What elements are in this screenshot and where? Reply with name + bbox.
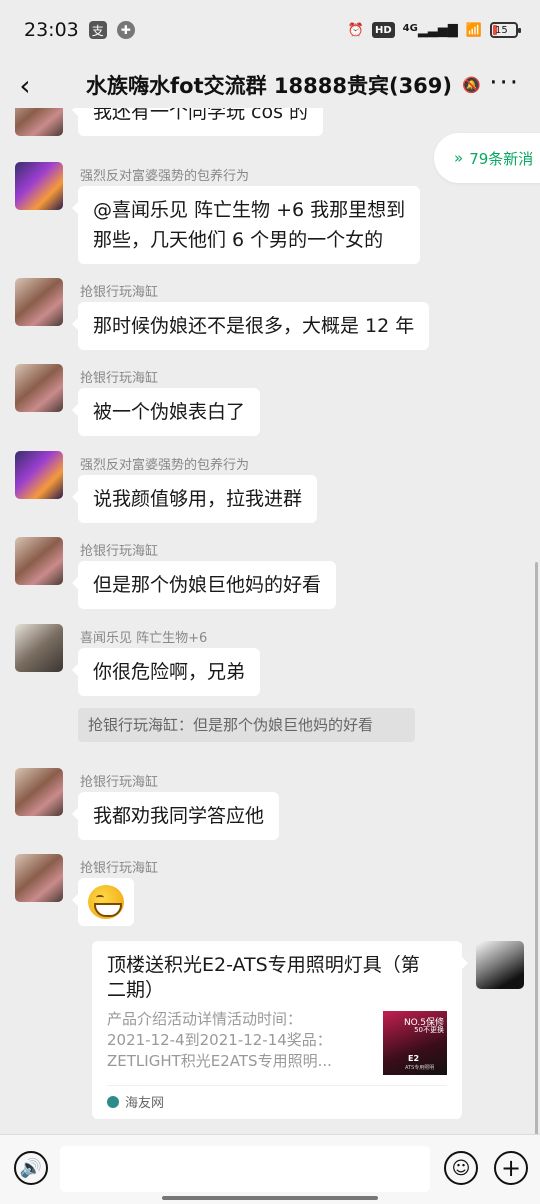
thumbnail-text: 50不更换 [414, 1026, 444, 1034]
avatar[interactable] [15, 364, 63, 412]
link-card-title: 顶楼送积光E2-ATS专用照明灯具（第二期） [107, 954, 420, 1001]
message-input[interactable] [60, 1146, 430, 1192]
message-bubble[interactable]: 被一个伪娘表白了 [71, 388, 261, 436]
avatar[interactable] [15, 451, 63, 499]
wifi-icon: 📶 [465, 22, 482, 38]
avatar[interactable] [15, 162, 63, 210]
battery-icon: 15 [490, 22, 521, 38]
new-messages-button[interactable]: » 79条新消 [434, 133, 540, 183]
source-logo-icon [107, 1095, 119, 1108]
sender-name: 喜闻乐见 阵亡生物+6 [80, 631, 208, 646]
status-time: 23:03 [24, 19, 79, 41]
message-bubble[interactable]: 你很危险啊，兄弟 [71, 648, 261, 696]
link-card-thumbnail: NO.5保修 50不更换 E2 ATS专用照明 [383, 1011, 447, 1075]
message-bubble[interactable]: 我都劝我同学答应他 [71, 792, 280, 840]
sender-name: 抢银行玩海缸 [80, 285, 159, 300]
notification-icon: ✚ [116, 21, 135, 39]
message-bubble[interactable]: 说我颜值够用，拉我进群 [71, 475, 318, 523]
avatar-self[interactable] [476, 941, 524, 989]
scrollbar[interactable] [535, 562, 538, 1137]
alarm-icon: ⏰ [347, 22, 364, 38]
voice-button[interactable]: 🔊 [14, 1151, 48, 1185]
avatar[interactable] [15, 854, 63, 902]
avatar[interactable] [15, 537, 63, 585]
source-name: 海友网 [125, 1096, 165, 1111]
sender-name: 强烈反对富婆强势的包养行为 [80, 169, 250, 184]
emoji-icon: ☺ [451, 1157, 471, 1179]
new-messages-label: 79条新消 [469, 149, 534, 168]
message-line: @喜闻乐见 阵亡生物 +6 我那里想到 [93, 199, 406, 221]
thumbnail-text: E2 [408, 1054, 420, 1063]
sender-name: 抢银行玩海缸 [80, 775, 159, 790]
link-card-description: 产品介绍活动详情活动时间： 2021-12-4到2021-12-14奖品： ZE… [107, 1009, 373, 1075]
chat-header: ‹ 水族嗨水fot交流群 18888贵宾(369) 🔕 ··· [0, 60, 540, 110]
message-bubble[interactable]: 但是那个伪娘巨他妈的好看 [71, 561, 337, 609]
link-card-desc-line: 产品介绍活动详情活动时间： [107, 1010, 303, 1028]
emoji-button[interactable]: ☺ [444, 1151, 478, 1185]
voice-icon: 🔊 [19, 1157, 43, 1179]
link-card-source: 海友网 [107, 1085, 447, 1111]
message-line: 那些，几天他们 6 个男的一个女的 [93, 229, 384, 251]
thumbnail-text: ATS专用照明 [405, 1065, 435, 1071]
link-card-desc-line: ZETLIGHT积光E2ATS专用照明... [107, 1052, 332, 1070]
message-bubble[interactable]: 我还有一个同学玩 cos 的 [71, 108, 324, 136]
chevron-left-icon: ‹ [19, 68, 31, 102]
laughing-emoji-icon [88, 885, 124, 919]
link-card[interactable]: 顶楼送积光E2-ATS专用照明灯具（第二期） 产品介绍活动详情活动时间： 202… [92, 941, 468, 1119]
sender-name: 抢银行玩海缸 [80, 371, 159, 386]
quoted-message[interactable]: 抢银行玩海缸：但是那个伪娘巨他妈的好看 [78, 708, 415, 742]
sender-name: 抢银行玩海缸 [80, 861, 159, 876]
avatar[interactable] [15, 108, 63, 136]
avatar[interactable] [15, 624, 63, 672]
chat-messages[interactable]: 我还有一个同学玩 cos 的 强烈反对富婆强势的包养行为 @喜闻乐见 阵亡生物 … [0, 108, 540, 1134]
message-bubble[interactable]: @喜闻乐见 阵亡生物 +6 我那里想到 那些，几天他们 6 个男的一个女的 [71, 186, 421, 264]
hd-icon: HD [371, 22, 395, 38]
alipay-icon: 支 [88, 21, 107, 39]
link-card-desc-line: 2021-12-4到2021-12-14奖品： [107, 1031, 332, 1049]
sender-name: 抢银行玩海缸 [80, 544, 159, 559]
sender-name: 强烈反对富婆强势的包养行为 [80, 458, 250, 473]
input-bar: 🔊 ☺ + [0, 1134, 540, 1204]
mute-bell-icon: 🔕 [462, 76, 481, 94]
chat-title: 水族嗨水fot交流群 18888贵宾(369) [86, 74, 453, 98]
avatar[interactable] [15, 278, 63, 326]
home-indicator[interactable] [162, 1196, 378, 1200]
back-button[interactable]: ‹ [0, 60, 50, 110]
status-bar: 23:03 支 ✚ ⏰ HD 4G▂▃▅▇ 📶 15 [0, 0, 540, 60]
message-bubble[interactable] [72, 878, 134, 926]
avatar[interactable] [15, 768, 63, 816]
4g-signal-icon: 4G▂▃▅▇ [402, 22, 458, 38]
more-button[interactable]: ··· [489, 68, 520, 98]
add-button[interactable]: + [494, 1151, 528, 1185]
plus-icon: + [500, 1154, 522, 1182]
double-up-chevron-icon: » [454, 149, 464, 167]
message-bubble[interactable]: 那时候伪娘还不是很多，大概是 12 年 [71, 302, 430, 350]
